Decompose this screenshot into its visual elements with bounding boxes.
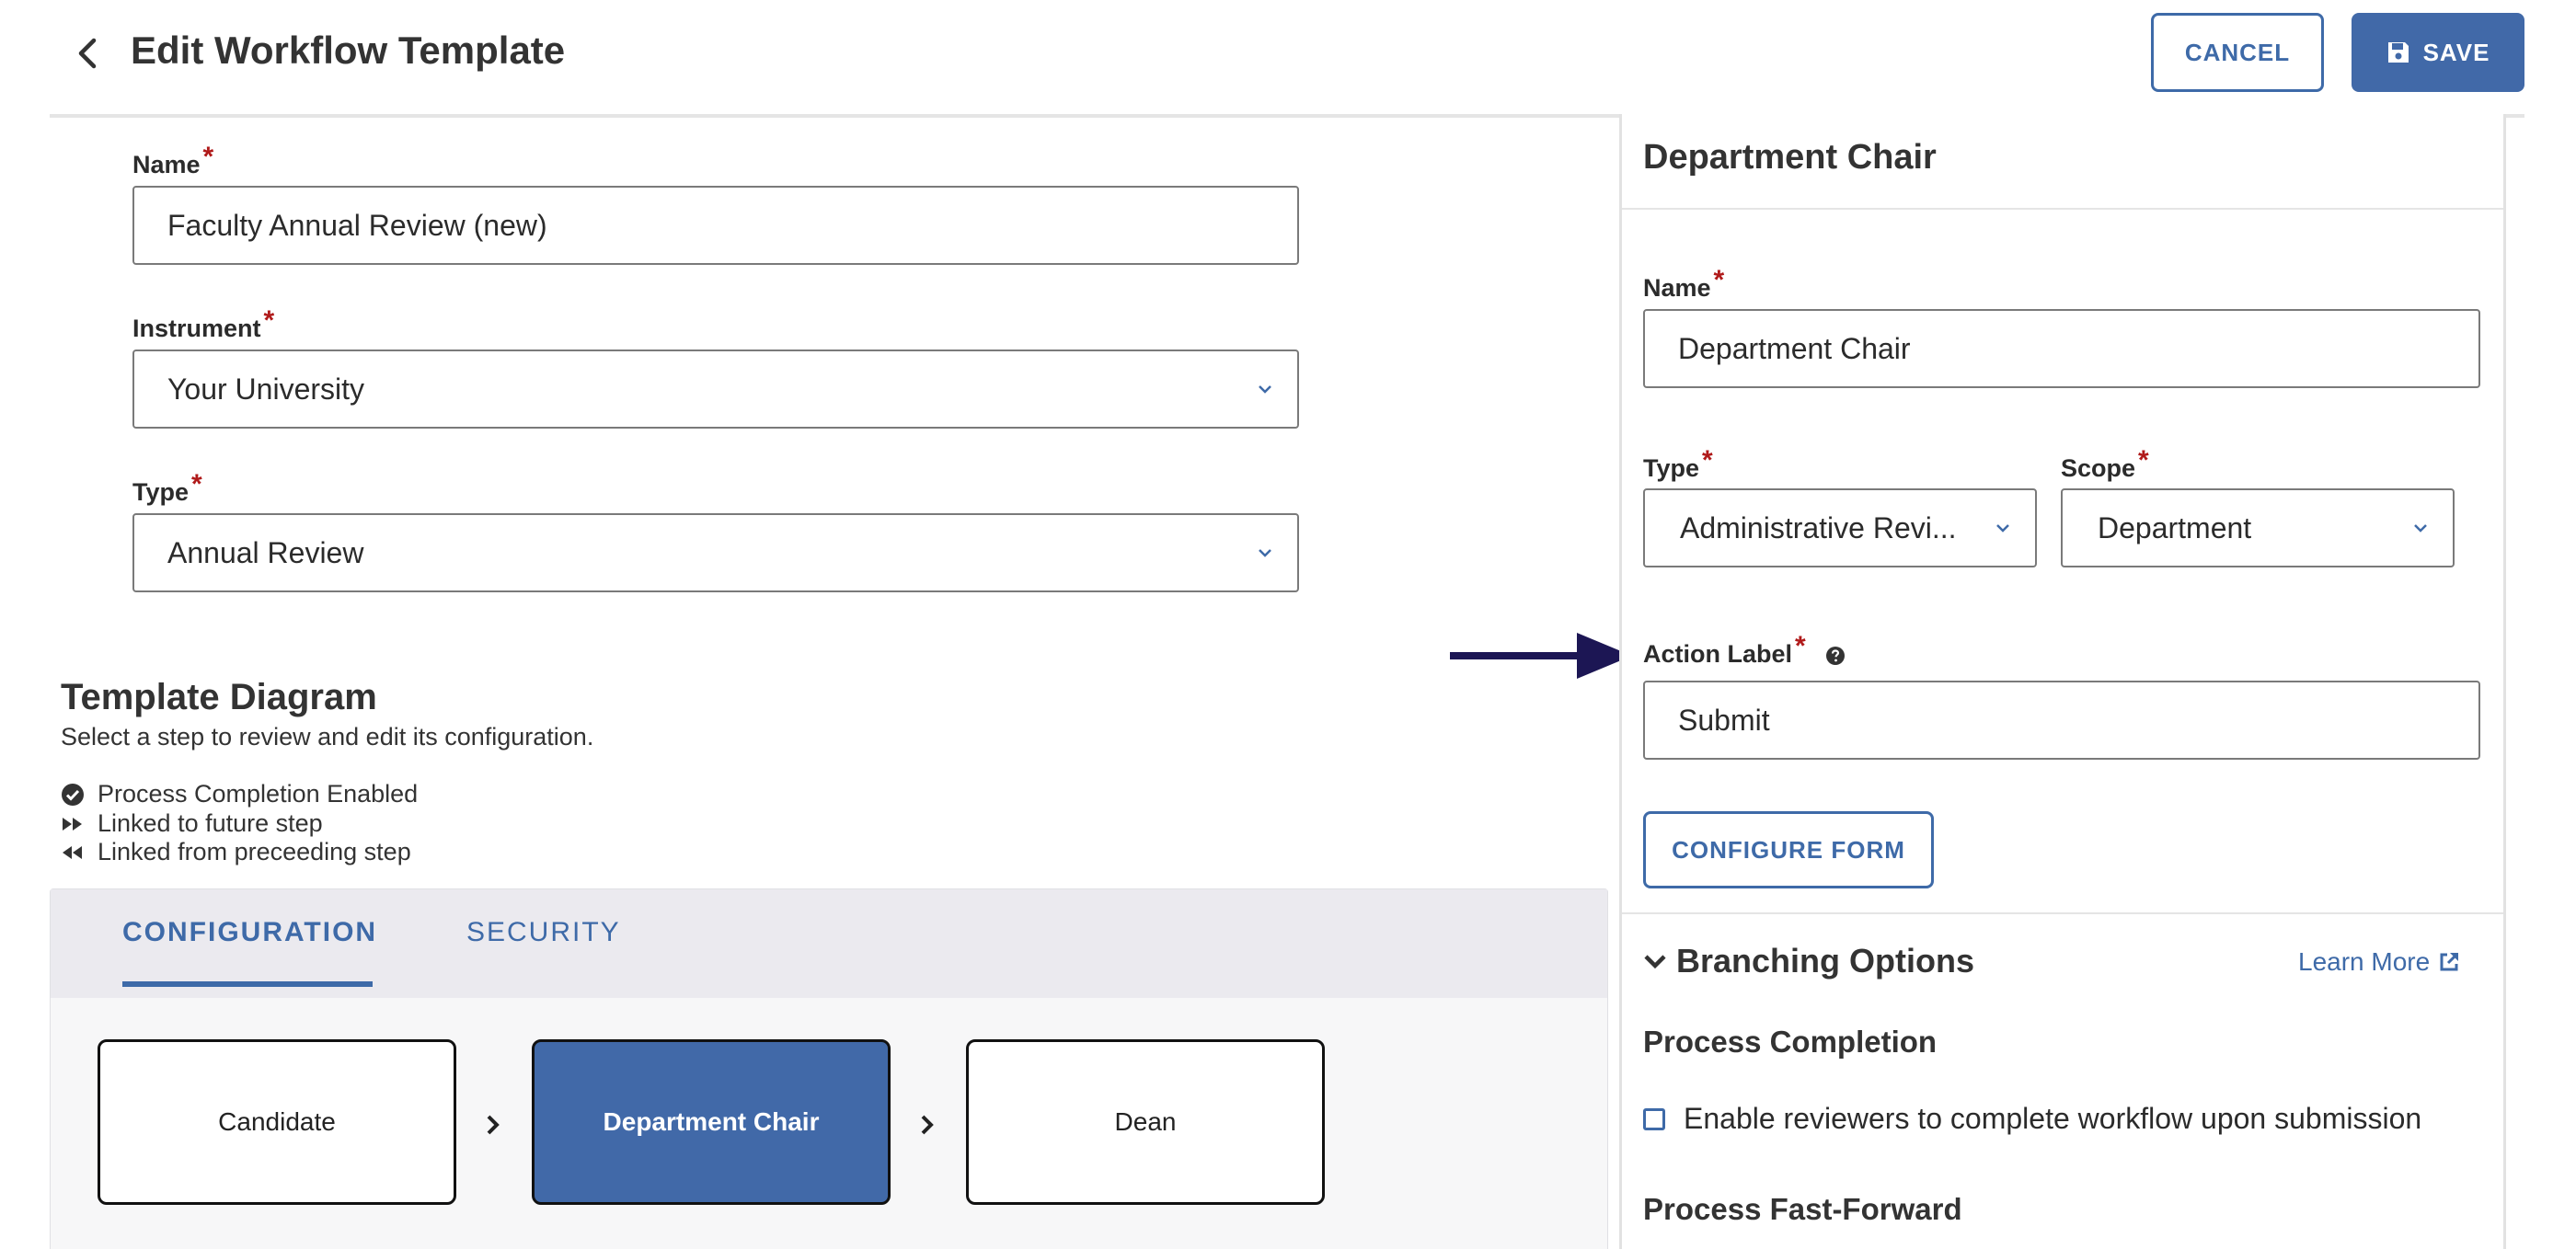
step-type-value: Administrative Revi...: [1680, 510, 1957, 544]
step-name-label: Name *: [1643, 265, 1725, 302]
step-type-label: Type *: [1643, 445, 1713, 482]
learn-more-label: Learn More: [2298, 947, 2431, 976]
configure-form-label: CONFIGURE FORM: [1672, 835, 1905, 864]
workflow-step-dean[interactable]: Dean: [966, 1039, 1325, 1205]
check-circle-icon: [62, 783, 84, 806]
learn-more-link[interactable]: Learn More: [2298, 947, 2461, 977]
step-name-input[interactable]: Department Chair: [1643, 309, 2480, 388]
step-type-select[interactable]: Administrative Revi...: [1643, 488, 2037, 567]
template-diagram-title: Template Diagram: [61, 677, 377, 717]
chevron-down-icon: [1644, 955, 1666, 969]
template-type-select[interactable]: Annual Review: [132, 513, 1299, 592]
annotation-arrow-icon: [1450, 633, 1632, 679]
template-diagram-subtitle: Select a step to review and edit its con…: [61, 723, 594, 751]
tab-security[interactable]: SECURITY: [466, 917, 621, 948]
instrument-select[interactable]: Your University: [132, 349, 1299, 429]
chevron-down-icon: [2414, 524, 2427, 533]
panel-divider: [1622, 912, 2503, 914]
step-label: Department Chair: [603, 1107, 820, 1136]
save-button-label: SAVE: [2422, 38, 2490, 66]
process-completion-option: Enable reviewers to complete workflow up…: [1643, 1102, 2421, 1136]
step-name-value: Department Chair: [1678, 331, 1911, 365]
help-icon[interactable]: [1825, 646, 1846, 666]
template-name-value: Faculty Annual Review (new): [167, 208, 547, 242]
step-label: Dean: [1114, 1107, 1177, 1136]
rewind-icon: [63, 845, 82, 859]
scope-label: Scope *: [2061, 445, 2149, 482]
scope-value: Department: [2098, 510, 2252, 544]
process-fast-forward-title: Process Fast-Forward: [1643, 1192, 1962, 1226]
instrument-value: Your University: [167, 372, 365, 406]
scope-select[interactable]: Department: [2061, 488, 2455, 567]
template-name-input[interactable]: Faculty Annual Review (new): [132, 186, 1299, 265]
step-panel-title: Department Chair: [1643, 138, 1937, 177]
action-label-input[interactable]: Submit: [1643, 681, 2480, 760]
chevron-down-icon: [1996, 524, 2009, 533]
branching-options-title: Branching Options: [1676, 942, 1974, 980]
external-link-icon: [2440, 952, 2459, 971]
process-completion-checkbox-label: Enable reviewers to complete workflow up…: [1684, 1102, 2422, 1135]
page-title: Edit Workflow Template: [131, 29, 566, 72]
workflow-step-candidate[interactable]: Candidate: [98, 1039, 456, 1205]
cancel-button[interactable]: CANCEL: [2151, 13, 2324, 92]
chevron-down-icon: [1259, 549, 1271, 557]
step-label: Candidate: [218, 1107, 336, 1136]
branching-options-toggle[interactable]: Branching Options: [1643, 942, 1974, 980]
save-icon: [2387, 42, 2409, 63]
instrument-label: Instrument *: [132, 305, 275, 342]
action-label-value: Submit: [1678, 703, 1770, 737]
legend-item: Linked to future step: [61, 809, 323, 838]
page-header: Edit Workflow Template CANCEL SAVE: [0, 0, 2576, 114]
legend-item: Linked from preceeding step: [61, 838, 411, 866]
back-arrow-icon[interactable]: [66, 31, 110, 75]
legend-item: Process Completion Enabled: [61, 780, 418, 808]
panel-divider: [1622, 208, 2503, 210]
chevron-right-icon: [921, 1115, 934, 1135]
configure-form-button[interactable]: CONFIGURE FORM: [1643, 811, 1934, 888]
chevron-down-icon: [1259, 385, 1271, 394]
tab-configuration[interactable]: CONFIGURATION: [122, 917, 377, 948]
tab-bar: CONFIGURATION SECURITY: [51, 889, 1607, 998]
legend-label: Linked to future step: [98, 809, 323, 837]
process-completion-checkbox[interactable]: [1643, 1107, 1665, 1130]
active-tab-indicator: [122, 981, 373, 987]
template-name-label: Name *: [132, 142, 214, 178]
process-completion-title: Process Completion: [1643, 1025, 1938, 1059]
template-type-value: Annual Review: [167, 535, 364, 569]
action-label-label: Action Label *: [1643, 631, 1846, 670]
legend-label: Linked from preceeding step: [98, 838, 411, 865]
legend-label: Process Completion Enabled: [98, 780, 419, 808]
chevron-right-icon: [487, 1115, 500, 1135]
cancel-button-label: CANCEL: [2184, 38, 2291, 66]
save-button[interactable]: SAVE: [2352, 13, 2524, 92]
workflow-step-department-chair[interactable]: Department Chair: [532, 1039, 891, 1205]
template-type-label: Type *: [132, 469, 202, 506]
fast-forward-icon: [63, 817, 82, 831]
